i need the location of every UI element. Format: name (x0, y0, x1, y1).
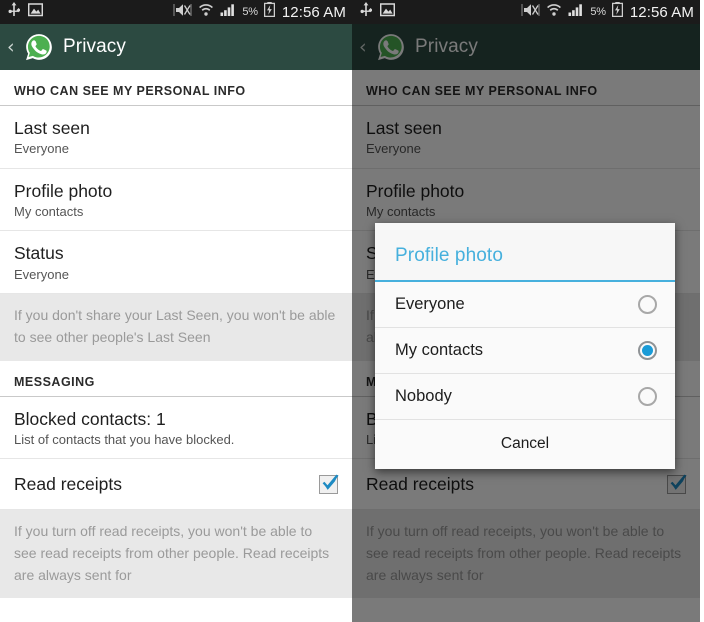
screenshot-image-icon (379, 2, 396, 22)
status-bar: 5% 12:56 AM (352, 0, 700, 24)
dialog-option-label: Everyone (395, 295, 465, 313)
status-bar: 5% 12:56 AM (0, 0, 352, 24)
setting-row-read-receipts[interactable]: Read receipts (0, 459, 352, 511)
screenshot-image-icon (27, 2, 44, 22)
whatsapp-logo-icon (376, 32, 406, 62)
hint-last-seen: If you don't share your Last Seen, you w… (0, 294, 352, 361)
phone-screen-right: 5% 12:56 AM ‹ Privacy WHO CAN SEE MY PER… (352, 0, 700, 622)
wifi-icon (546, 3, 562, 22)
signal-bars-icon (568, 3, 584, 22)
status-bar-left-icons (8, 1, 44, 23)
setting-value: Everyone (14, 141, 69, 157)
status-bar-clock: 12:56 AM (281, 3, 346, 21)
battery-percent-label: 5% (590, 6, 606, 18)
battery-charging-icon (263, 2, 275, 22)
dimmed-screen-body: ‹ Privacy WHO CAN SEE MY PERSONAL INFO L… (352, 24, 700, 622)
battery-charging-icon (611, 2, 623, 22)
dialog-option-my-contacts[interactable]: My contacts (375, 328, 675, 374)
setting-value: My contacts (366, 203, 436, 219)
setting-title: Blocked contacts: 1 (14, 408, 166, 429)
radio-button-nobody[interactable] (638, 387, 657, 406)
back-chevron-icon[interactable]: ‹ (7, 37, 21, 57)
status-bar-right-icons: 5% 12:56 AM (521, 2, 694, 23)
setting-row-profile-photo[interactable]: Profile photo My contacts (0, 169, 352, 232)
wifi-icon (198, 3, 214, 22)
back-chevron-icon[interactable]: ‹ (359, 37, 373, 57)
usb-icon (360, 1, 373, 23)
action-bar: ‹ Privacy (352, 24, 700, 70)
status-bar-left-icons (360, 1, 396, 23)
section-header-messaging: MESSAGING (0, 361, 352, 397)
usb-icon (8, 1, 21, 23)
section-header-personal-info: WHO CAN SEE MY PERSONAL INFO (0, 70, 352, 106)
setting-title: Last seen (14, 118, 90, 138)
setting-value: Everyone (366, 141, 421, 157)
radio-button-everyone[interactable] (638, 295, 657, 314)
read-receipts-checkbox[interactable] (319, 474, 339, 494)
dual-screenshot-container: 5% 12:56 AM ‹ Privacy WHO CAN SEE MY PER… (0, 0, 704, 622)
setting-row-blocked-contacts[interactable]: Blocked contacts: 1 List of contacts tha… (0, 397, 352, 460)
hint-read-receipts: If you turn off read receipts, you won't… (352, 510, 700, 599)
setting-title: Last seen (366, 118, 442, 138)
setting-title: Profile photo (366, 180, 465, 201)
setting-title: Profile photo (14, 180, 113, 201)
setting-title: Read receipts (366, 474, 474, 495)
setting-title: Read receipts (14, 474, 122, 495)
action-bar: ‹ Privacy (0, 24, 352, 70)
dialog-option-everyone[interactable]: Everyone (375, 282, 675, 328)
status-bar-clock: 12:56 AM (629, 3, 694, 21)
setting-value: List of contacts that you have blocked. (14, 431, 235, 447)
page-title: Privacy (415, 36, 478, 57)
setting-row-last-seen[interactable]: Last seen Everyone (352, 106, 700, 169)
mute-vibrate-icon (173, 2, 192, 23)
dialog-option-nobody[interactable]: Nobody (375, 374, 675, 420)
section-header-personal-info: WHO CAN SEE MY PERSONAL INFO (352, 70, 700, 106)
cancel-button[interactable]: Cancel (375, 420, 675, 469)
read-receipts-checkbox[interactable] (667, 474, 687, 494)
radio-button-my-contacts[interactable] (638, 341, 657, 360)
check-icon (322, 474, 339, 490)
setting-value: My contacts (14, 203, 84, 219)
whatsapp-logo-icon (24, 32, 54, 62)
signal-bars-icon (220, 3, 236, 22)
dialog-title: Profile photo (375, 223, 675, 282)
page-title: Privacy (63, 36, 126, 57)
setting-value: Everyone (14, 266, 69, 282)
setting-title: Status (14, 243, 64, 264)
hint-read-receipts: If you turn off read receipts, you won't… (0, 510, 352, 599)
settings-list: WHO CAN SEE MY PERSONAL INFO Last seen E… (0, 70, 352, 599)
check-icon (670, 474, 687, 490)
battery-percent-label: 5% (242, 6, 258, 18)
setting-row-status[interactable]: Status Everyone (0, 231, 352, 295)
mute-vibrate-icon (521, 2, 540, 23)
profile-photo-dialog: Profile photo Everyone My contacts Nobod… (375, 223, 675, 469)
dialog-option-label: My contacts (395, 341, 484, 359)
dialog-option-label: Nobody (395, 387, 452, 405)
phone-screen-left: 5% 12:56 AM ‹ Privacy WHO CAN SEE MY PER… (0, 0, 352, 622)
setting-row-last-seen[interactable]: Last seen Everyone (0, 106, 352, 169)
status-bar-right-icons: 5% 12:56 AM (173, 2, 346, 23)
